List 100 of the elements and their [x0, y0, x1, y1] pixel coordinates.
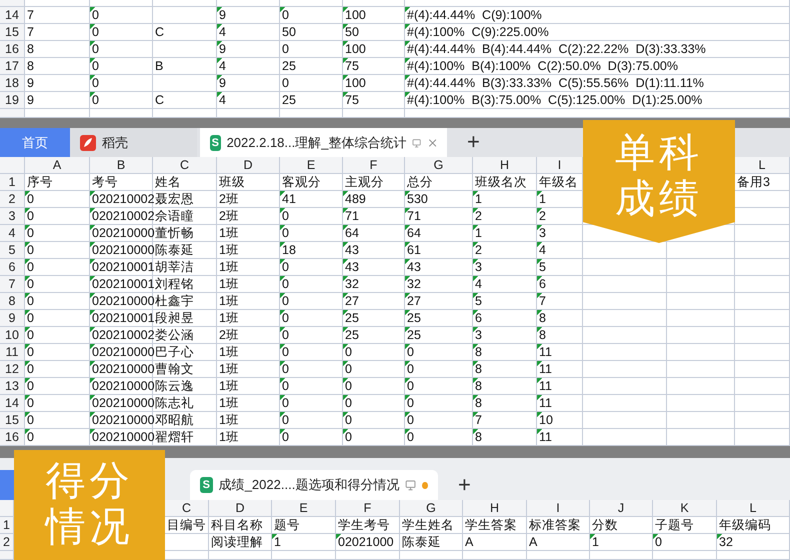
table-cell: 27 — [405, 293, 473, 310]
table-cell: 71 — [405, 208, 473, 225]
table-cell: 邓昭航 — [153, 412, 217, 429]
table-cell: 11 — [537, 378, 583, 395]
table-cell: 0 — [90, 75, 153, 92]
column-header[interactable]: E — [280, 157, 343, 174]
column-header[interactable]: G — [405, 157, 473, 174]
table-cell: 陈泰延 — [153, 242, 217, 259]
table-cell: 0 — [25, 412, 90, 429]
table-cell: 8 — [473, 395, 537, 412]
table-cell: 0 — [405, 344, 473, 361]
table-cell: 0 — [343, 378, 405, 395]
table-cell: 客观分 — [280, 174, 343, 191]
table-cell: 0 — [280, 310, 343, 327]
table-cell: #(4):44.44% C(9):100% — [405, 7, 790, 24]
table-cell: 4 — [217, 58, 280, 75]
table-cell: 25 — [343, 310, 405, 327]
table-cell: 0 — [280, 41, 343, 58]
table-cell: 020210000 — [90, 225, 153, 242]
column-header[interactable]: E — [272, 500, 336, 517]
row-number: 2 — [0, 191, 25, 208]
select-all-corner[interactable] — [0, 500, 14, 517]
tab[interactable] — [0, 470, 14, 500]
table-cell: 020210001 — [90, 310, 153, 327]
row-number: 2 — [0, 534, 14, 551]
column-header[interactable]: D — [217, 157, 280, 174]
table-cell: 9 — [217, 75, 280, 92]
table-cell: 陈志礼 — [153, 395, 217, 412]
column-header[interactable]: I — [537, 157, 583, 174]
column-header[interactable]: B — [90, 157, 153, 174]
column-header[interactable]: H — [473, 157, 537, 174]
table-cell: 1班 — [217, 395, 280, 412]
tab[interactable]: 稻壳 — [70, 128, 197, 157]
table-cell: 020210002 — [90, 208, 153, 225]
table-cell: 0 — [25, 395, 90, 412]
row-number: 17 — [0, 58, 25, 75]
table-cell: 7 — [25, 7, 90, 24]
table-cell: 020210002 — [90, 191, 153, 208]
table-cell: 学生考号 — [336, 517, 400, 534]
select-all-corner[interactable] — [0, 157, 25, 174]
table-cell — [272, 551, 336, 560]
table-cell: 1 — [537, 191, 583, 208]
table-cell: 4 — [217, 92, 280, 109]
table-cell: 100 — [343, 75, 405, 92]
table-cell: 4 — [473, 276, 537, 293]
table-cell: 43 — [405, 259, 473, 276]
table-cell: 0 — [25, 310, 90, 327]
table-cell: 胡莘洁 — [153, 259, 217, 276]
table-cell: 巴子心 — [153, 344, 217, 361]
table-cell: 主观分 — [343, 174, 405, 191]
table-cell: 1班 — [217, 225, 280, 242]
column-header[interactable]: C — [153, 157, 217, 174]
table-cell: 8 — [25, 58, 90, 75]
add-tab-button[interactable]: + — [459, 129, 488, 155]
table-cell: C — [153, 24, 217, 41]
table-cell: 18 — [280, 242, 343, 259]
column-header[interactable]: J — [590, 500, 653, 517]
row-number: 10 — [0, 327, 25, 344]
table-cell: 020210000 — [90, 242, 153, 259]
column-header[interactable]: D — [209, 500, 272, 517]
table-cell: 8 — [473, 344, 537, 361]
table-cell — [653, 551, 717, 560]
column-header[interactable]: G — [400, 500, 463, 517]
table-cell: 1班 — [217, 361, 280, 378]
tab[interactable]: S 2022.2.18...理解_整体综合统计 — [200, 128, 447, 157]
table-cell: 1班 — [217, 412, 280, 429]
table-cell: 100 — [343, 41, 405, 58]
banner-text: 情况 — [46, 504, 134, 550]
table-cell: 分数 — [590, 517, 653, 534]
tab[interactable]: S 成绩_2022....题选项和得分情况 — [190, 470, 438, 500]
column-header[interactable]: A — [25, 157, 90, 174]
table-cell: #(4):44.44% B(3):33.33% C(5):55.56% D(1):11.11% — [405, 75, 790, 92]
add-tab-button[interactable]: + — [450, 472, 479, 498]
column-header[interactable]: F — [343, 157, 405, 174]
table-cell: 020210000 — [90, 412, 153, 429]
column-header[interactable]: C — [165, 500, 209, 517]
table-cell: 学生姓名 — [400, 517, 463, 534]
column-header[interactable]: L — [735, 157, 790, 174]
banner-text: 成绩 — [615, 176, 703, 222]
column-header[interactable]: I — [527, 500, 590, 517]
column-header[interactable]: F — [336, 500, 400, 517]
tab[interactable]: 首页 — [0, 128, 70, 157]
table-cell: 3 — [537, 225, 583, 242]
table-cell: 02021000 — [336, 534, 400, 551]
table-cell: 年级编码 — [717, 517, 790, 534]
table-cell: 43 — [343, 242, 405, 259]
column-header[interactable]: L — [717, 500, 790, 517]
table-cell: 1班 — [217, 344, 280, 361]
table-cell: 1班 — [217, 242, 280, 259]
table-cell: 25 — [343, 327, 405, 344]
table-cell: 董忻畅 — [153, 225, 217, 242]
table-cell: 2班 — [217, 191, 280, 208]
table-cell: 1 — [272, 534, 336, 551]
column-header[interactable]: H — [463, 500, 527, 517]
table-cell: 0 — [280, 327, 343, 344]
table-cell — [336, 551, 400, 560]
table-cell: #(4):44.44% B(4):44.44% C(2):22.22% D(3):33.33% — [405, 41, 790, 58]
table-cell: A — [527, 534, 590, 551]
table-cell: 8 — [473, 361, 537, 378]
column-header[interactable]: K — [653, 500, 717, 517]
